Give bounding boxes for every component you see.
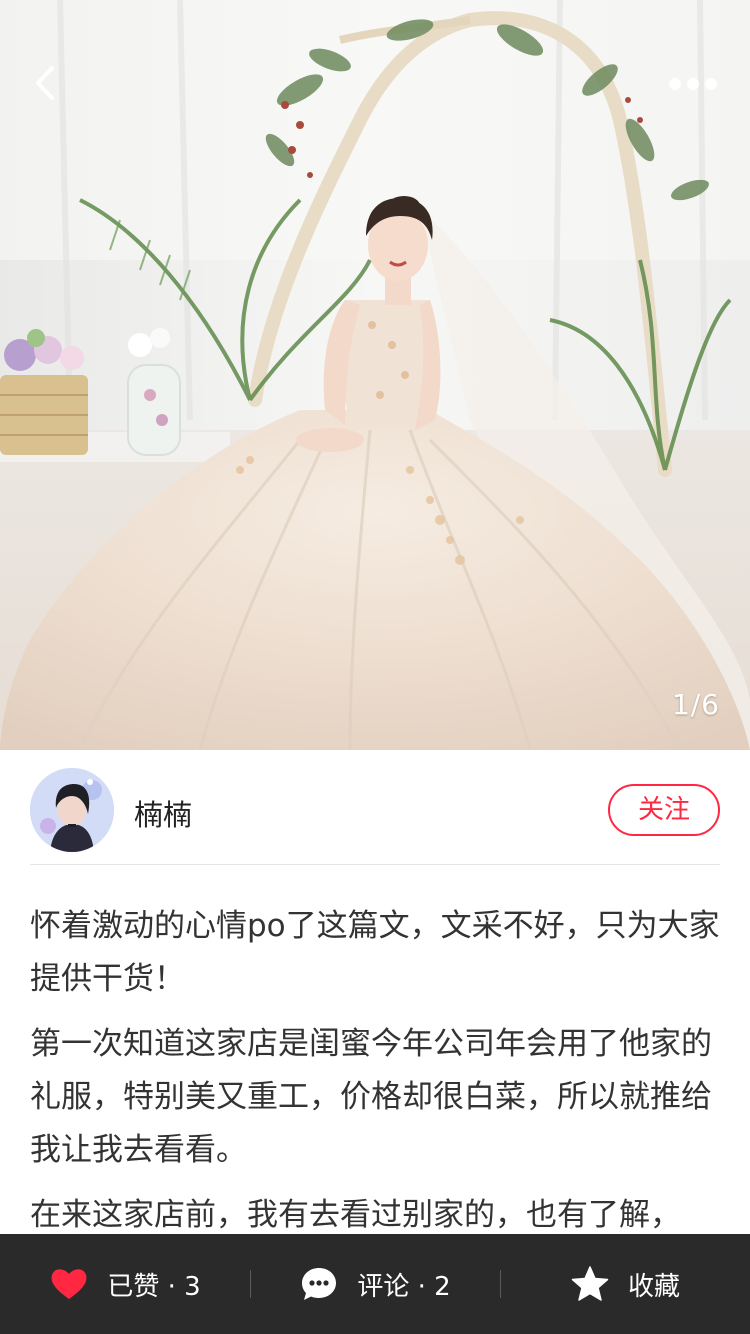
- comment-button[interactable]: 评论 · 2: [250, 1234, 500, 1334]
- favorite-button[interactable]: 收藏: [500, 1234, 750, 1334]
- article-paragraph: 怀着激动的心情po了这篇文，文采不好，只为大家提供干货！: [30, 908, 720, 997]
- author-row: 楠楠 关注: [30, 768, 720, 852]
- section-divider: [30, 864, 720, 865]
- image-page-indicator: 1/6: [671, 688, 720, 721]
- article-body: 怀着激动的心情po了这篇文，文采不好，只为大家提供干货！ 第一次知道这家店是闺蜜…: [30, 900, 720, 1254]
- article-paragraph: 第一次知道这家店是闺蜜今年公司年会用了他家的礼服，特别美又重工，价格却很白菜，所…: [30, 1026, 712, 1168]
- author-avatar[interactable]: [30, 768, 114, 852]
- wedding-photo-image: [0, 0, 750, 750]
- comment-count-label: 评论 · 2: [357, 1271, 451, 1302]
- back-chevron-icon[interactable]: [20, 58, 70, 108]
- heart-icon: [51, 1269, 87, 1299]
- more-horizontal-icon[interactable]: [660, 62, 726, 106]
- like-button[interactable]: 已赞 · 3: [0, 1234, 250, 1334]
- star-icon: [571, 1266, 609, 1301]
- favorite-label: 收藏: [627, 1271, 680, 1302]
- note-detail-page: 1/6 楠楠 关注 怀着激动的心情po了这篇文，文采不好，只为大家提供干货！ 第…: [0, 0, 750, 1334]
- author-name[interactable]: 楠楠: [134, 792, 192, 834]
- like-count-label: 已赞 · 3: [107, 1271, 201, 1302]
- avatar-illustration: [30, 768, 114, 852]
- follow-button[interactable]: 关注: [608, 784, 720, 836]
- comment-bubble-icon: [302, 1268, 337, 1300]
- hero-photo[interactable]: 1/6: [0, 0, 750, 750]
- bottom-action-bar: 已赞 · 3 评论 · 2 收藏: [0, 1234, 750, 1334]
